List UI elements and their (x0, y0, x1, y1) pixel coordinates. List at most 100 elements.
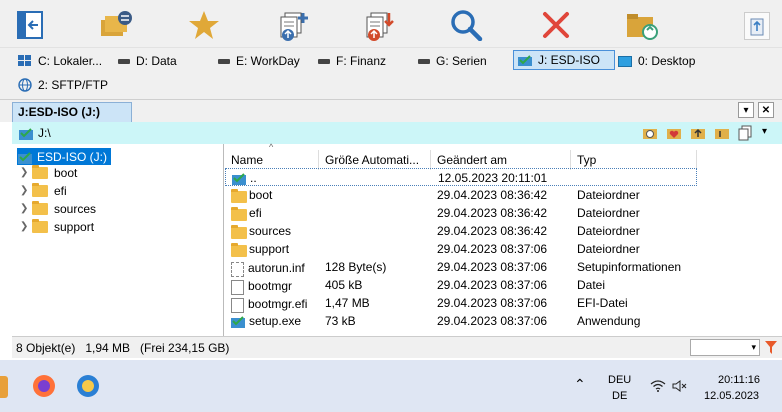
wifi-icon[interactable] (650, 380, 666, 392)
sync-folder-icon[interactable] (622, 6, 662, 44)
tab-menu-icon[interactable]: ▾ (738, 102, 754, 118)
row-name: setup.exe (249, 314, 302, 328)
panel-layout-icon[interactable] (10, 6, 50, 44)
drive-d-button[interactable]: D: Data (114, 51, 181, 71)
tree-item-label: efi (54, 183, 67, 198)
drive-label: D: Data (136, 54, 177, 68)
table-row[interactable]: efi 29.04.2023 08:36:42 Dateiordner (225, 204, 782, 222)
drive-label: F: Finanz (336, 54, 387, 68)
drive-f-button[interactable]: F: Finanz (314, 51, 390, 71)
folder-compare-icon[interactable] (96, 6, 136, 44)
history-folder-icon[interactable] (642, 125, 658, 141)
firefox-icon[interactable] (32, 374, 56, 398)
row-size: 405 kB (325, 278, 363, 292)
drive-c-button[interactable]: C: Lokaler... (14, 51, 106, 71)
copy-to-icon[interactable] (272, 6, 312, 44)
chevron-right-icon[interactable]: ❯ (20, 221, 32, 232)
table-row[interactable]: support 29.04.2023 08:37:06 Dateiordner (225, 240, 782, 258)
row-type: Datei (577, 278, 606, 292)
row-name: bootmgr.efi (248, 296, 308, 311)
copy-path-icon[interactable] (738, 125, 754, 141)
filter-icon[interactable] (764, 340, 778, 355)
move-to-icon[interactable] (358, 6, 398, 44)
search-icon[interactable] (446, 6, 486, 44)
language-code[interactable]: DEU (608, 374, 631, 386)
row-name: efi (249, 206, 262, 220)
row-date: 29.04.2023 08:37:06 (437, 278, 548, 292)
taskbar-app-icon[interactable] (0, 376, 8, 398)
file-icon (231, 280, 244, 295)
keyboard-layout[interactable]: DE (612, 390, 627, 402)
column-header-type[interactable]: Typ (571, 150, 697, 170)
row-type: Dateiordner (577, 188, 640, 202)
recycle-bin-icon[interactable] (744, 12, 770, 40)
close-tab-icon[interactable]: ✕ (758, 102, 774, 118)
favorites-star-icon[interactable] (184, 6, 224, 44)
root-folder-icon[interactable] (714, 125, 730, 141)
row-name: sources (249, 224, 292, 238)
tree-item-sources[interactable]: ❯ sources (20, 200, 96, 217)
drive-e-button[interactable]: E: WorkDay (214, 51, 304, 71)
chevron-down-icon[interactable]: ▾ (762, 126, 767, 137)
globe-icon (18, 78, 32, 92)
column-header-name[interactable]: Name (225, 150, 319, 170)
chevron-right-icon[interactable]: ❯ (20, 185, 32, 196)
table-row[interactable]: setup.exe 73 kB 29.04.2023 08:37:06 Anwe… (225, 312, 782, 330)
settings-file-icon (231, 262, 244, 277)
chevron-right-icon[interactable]: ❯ (20, 203, 32, 214)
tree-item-label: support (54, 219, 95, 234)
setup-exe-icon (231, 315, 245, 328)
clock-time[interactable]: 20:11:16 (718, 374, 760, 386)
drive-icon (218, 58, 230, 64)
tree-item-label: sources (54, 201, 97, 216)
clock-date[interactable]: 12.05.2023 (704, 390, 759, 402)
column-header-size[interactable]: Größe Automati... (319, 150, 431, 170)
desktop-button[interactable]: 0: Desktop (614, 51, 699, 71)
desktop-icon (618, 55, 632, 67)
row-name: bootmgr (248, 278, 293, 293)
tree-item-efi[interactable]: ❯ efi (20, 182, 67, 199)
delete-icon[interactable] (536, 6, 576, 44)
table-row[interactable]: sources 29.04.2023 08:36:42 Dateiordner (225, 222, 782, 240)
table-row[interactable]: bootmgr 405 kB 29.04.2023 08:37:06 Datei (225, 276, 782, 295)
column-header-modified[interactable]: Geändert am (431, 150, 571, 170)
table-row[interactable]: .. 12.05.2023 20:11:01 (225, 168, 697, 186)
tree-root-label: ESD-ISO (J:) (37, 149, 108, 164)
drive-icon (118, 58, 130, 64)
row-date: 29.04.2023 08:37:06 (437, 260, 548, 274)
parent-folder-icon[interactable] (690, 125, 706, 141)
drive-j-button[interactable]: J: ESD-ISO (513, 50, 615, 70)
drive-label: E: WorkDay (236, 54, 300, 68)
drive-g-button[interactable]: G: Serien (414, 51, 491, 71)
chevron-up-icon[interactable]: ⌃ (574, 376, 586, 393)
taskbar: ⌃ DEU DE 20:11:16 12.05.2023 (0, 360, 782, 412)
file-list: ^ Name Größe Automati... Geändert am Typ… (225, 142, 782, 336)
tree-item-support[interactable]: ❯ support (20, 218, 94, 235)
table-row[interactable]: boot 29.04.2023 08:36:42 Dateiordner (225, 186, 782, 204)
clock-app-icon[interactable] (76, 374, 100, 398)
table-row[interactable]: bootmgr.efi 1,47 MB 29.04.2023 08:37:06 … (225, 294, 782, 313)
table-row[interactable]: autorun.inf 128 Byte(s) 29.04.2023 08:37… (225, 258, 782, 277)
favorite-folder-icon[interactable] (666, 125, 682, 141)
chevron-right-icon[interactable]: ❯ (20, 167, 32, 178)
folder-icon (231, 189, 247, 203)
sftp-ftp-button[interactable]: 2: SFTP/FTP (14, 75, 112, 95)
status-text: 8 Objekt(e) 1,94 MB (Frei 234,15 GB) (16, 341, 230, 355)
filter-dropdown[interactable]: ▾ (690, 339, 760, 356)
folder-icon (231, 243, 247, 257)
row-type: Anwendung (577, 314, 641, 328)
tree-item-boot[interactable]: ❯ boot (20, 164, 77, 181)
row-date: 29.04.2023 08:36:42 (437, 224, 548, 238)
row-name: autorun.inf (248, 260, 305, 275)
row-date: 12.05.2023 20:11:01 (438, 171, 548, 185)
row-date: 29.04.2023 08:37:06 (437, 314, 548, 328)
row-date: 29.04.2023 08:36:42 (437, 206, 548, 220)
path-bar[interactable]: J:\ ▾ (12, 122, 782, 144)
setup-drive-icon (19, 128, 33, 140)
tree-root-esd-iso[interactable]: ESD-ISO (J:) (17, 148, 112, 165)
tab-esd-iso[interactable]: J:ESD-ISO (J:) (12, 102, 132, 122)
volume-muted-icon[interactable] (672, 380, 688, 392)
folder-icon (231, 207, 247, 221)
drive-icon (318, 58, 330, 64)
folder-icon (32, 182, 48, 197)
